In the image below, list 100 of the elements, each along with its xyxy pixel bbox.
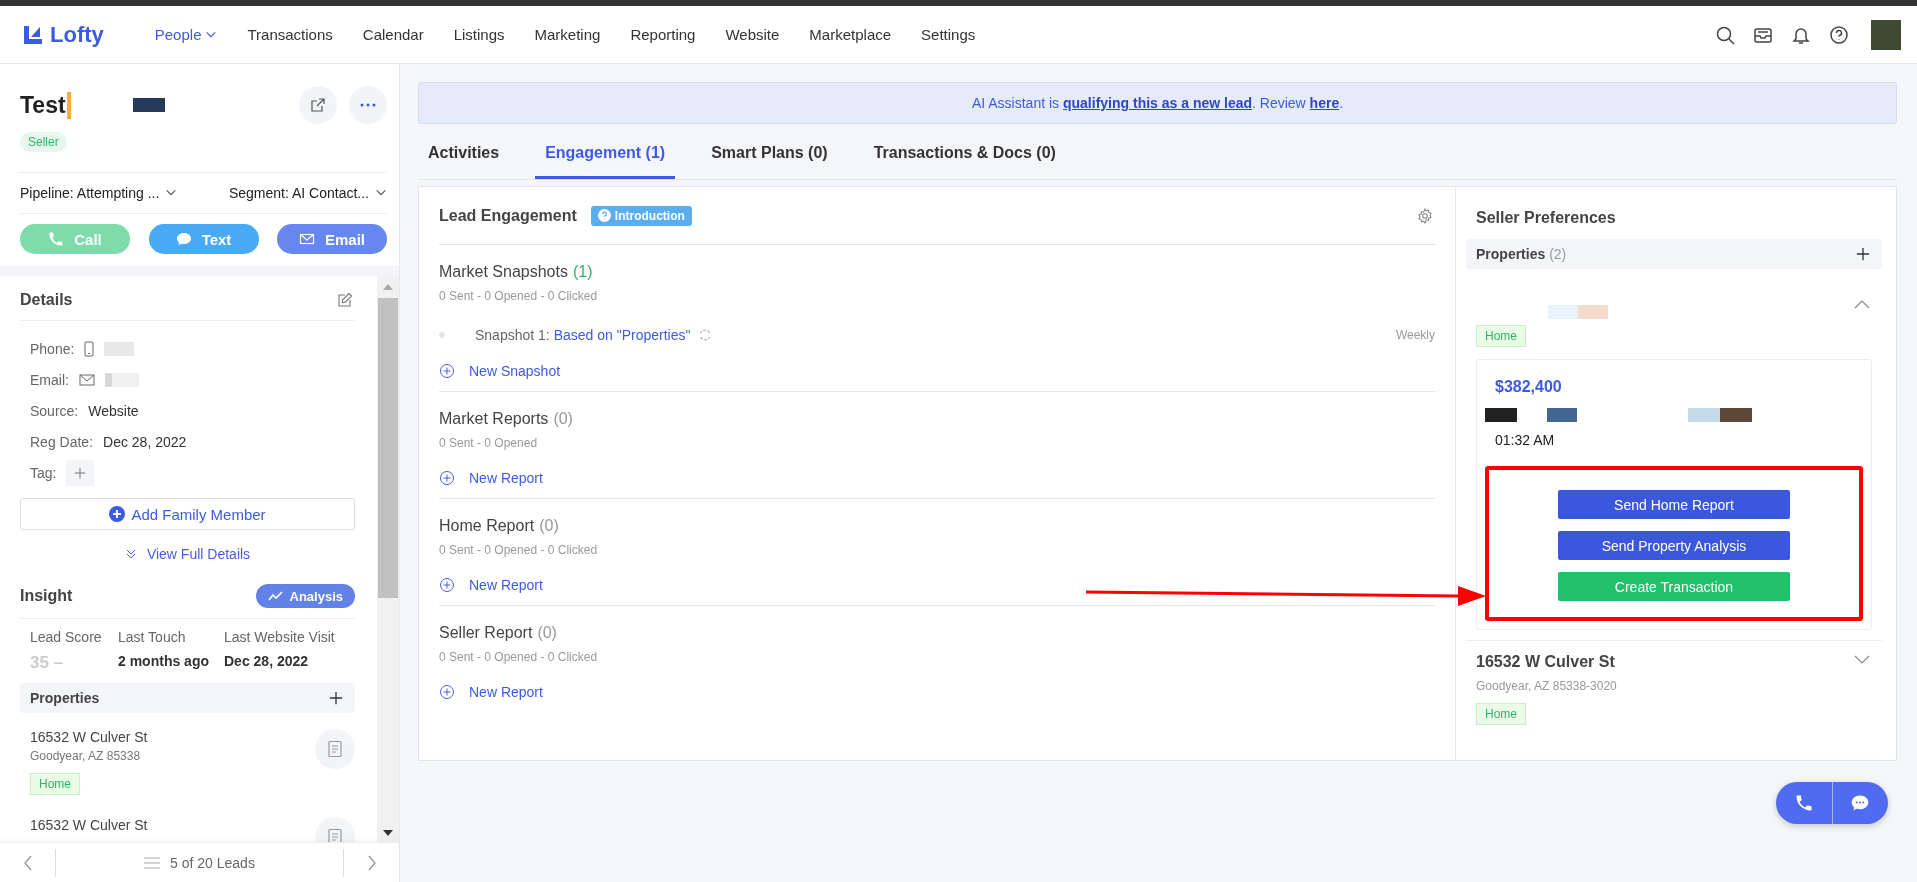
snapshot-label: Snapshot 1: Based on "Properties" bbox=[475, 327, 691, 343]
avatar[interactable] bbox=[1871, 19, 1901, 50]
notice-link[interactable]: here bbox=[1309, 95, 1340, 111]
chevron-left-icon bbox=[22, 854, 33, 871]
logo[interactable]: Lofty bbox=[22, 21, 104, 48]
property-address: 16532 W Culver St bbox=[30, 729, 148, 745]
tab[interactable]: Transactions & Docs (0) bbox=[863, 132, 1066, 179]
chat-bubble-icon bbox=[1850, 793, 1871, 813]
nav-item[interactable]: Marketing bbox=[519, 6, 616, 63]
engagement-stats: 0 Sent - 0 Opened - 0 Clicked bbox=[439, 650, 599, 664]
stat-value: Dec 28, 2022 bbox=[224, 653, 310, 669]
new-item-link[interactable]: New Report bbox=[439, 684, 1435, 700]
more-button[interactable] bbox=[349, 86, 387, 124]
field-label: Tag: bbox=[30, 464, 57, 481]
report-button[interactable] bbox=[315, 729, 355, 769]
property-tag: Home bbox=[30, 773, 80, 795]
stat-label: Last Website Visit bbox=[224, 629, 336, 645]
add-tag-button[interactable] bbox=[66, 459, 95, 486]
add-family-member-button[interactable]: Add Family Member bbox=[20, 498, 355, 530]
nav-item[interactable]: Settings bbox=[906, 6, 991, 63]
tab[interactable]: Activities bbox=[418, 132, 510, 179]
nav-item[interactable]: Transactions bbox=[232, 6, 348, 63]
frequency-label: Weekly bbox=[1395, 328, 1435, 342]
section-heading: Market Snapshots bbox=[439, 263, 568, 281]
scrollbar[interactable] bbox=[377, 276, 399, 842]
edit-icon bbox=[337, 292, 353, 308]
chevron-down-icon bbox=[1854, 655, 1870, 665]
new-item-link[interactable]: New Report bbox=[439, 470, 1435, 486]
edit-button[interactable] bbox=[335, 290, 355, 310]
action-button[interactable]: Send Property Analysis bbox=[1558, 531, 1790, 560]
email-button[interactable]: Email bbox=[277, 224, 387, 254]
property-address: 16532 W Culver St bbox=[30, 817, 148, 833]
nav-item[interactable]: Listings bbox=[438, 6, 520, 63]
field-label: Source: bbox=[30, 402, 79, 419]
lead-counter: 5 of 20 Leads bbox=[170, 854, 255, 871]
nav-item[interactable]: People bbox=[139, 6, 233, 63]
settings-icon bbox=[1417, 207, 1433, 224]
plus-icon bbox=[1856, 247, 1870, 261]
new-item-link[interactable]: New Snapshot bbox=[439, 363, 1435, 379]
tab[interactable]: Smart Plans (0) bbox=[701, 132, 838, 179]
section-heading: Market Reports bbox=[439, 410, 549, 428]
dropdown[interactable]: Pipeline: Attempting ... bbox=[20, 185, 178, 201]
tab[interactable]: Engagement (1) bbox=[535, 132, 676, 179]
section-title: Seller Preferences bbox=[1475, 208, 1617, 228]
chat-bubble-icon bbox=[175, 231, 192, 247]
nav-item[interactable]: Website bbox=[710, 6, 795, 63]
plus-circle-icon bbox=[439, 470, 455, 486]
settings-button[interactable] bbox=[1415, 205, 1435, 226]
stat-value: 2 months ago bbox=[118, 653, 210, 669]
notice-link[interactable]: qualifying this as a new lead bbox=[1062, 95, 1253, 111]
property-address: 16532 W Culver St bbox=[1476, 653, 1616, 671]
redaction-block bbox=[1548, 305, 1578, 319]
role-tag: Seller bbox=[20, 132, 67, 152]
property-tag: Home bbox=[1476, 703, 1526, 725]
double-chevron-down-icon bbox=[124, 548, 137, 560]
dropdown[interactable]: Segment: AI Contact... bbox=[228, 185, 387, 201]
more-icon bbox=[360, 103, 376, 107]
plus-circle-icon bbox=[439, 577, 455, 593]
analysis-button[interactable]: Analysis bbox=[255, 584, 355, 608]
up-arrow-icon bbox=[383, 284, 393, 290]
contact-name: Test bbox=[20, 91, 71, 119]
document-icon bbox=[326, 740, 344, 758]
field-label: Email: bbox=[30, 371, 69, 388]
item-count: (0) bbox=[553, 410, 573, 428]
plus-icon bbox=[74, 466, 87, 479]
chevron-up-icon bbox=[1854, 299, 1870, 309]
section-title: Lead Engagement bbox=[439, 206, 577, 225]
item-count: (0) bbox=[539, 517, 559, 535]
nav-item[interactable]: Marketplace bbox=[794, 6, 907, 63]
help-icon bbox=[1829, 24, 1849, 45]
down-arrow-icon bbox=[383, 830, 393, 836]
envelope-icon bbox=[78, 373, 95, 386]
mobile-phone-icon bbox=[84, 340, 95, 357]
document-icon bbox=[326, 828, 344, 842]
redaction-block bbox=[104, 372, 139, 387]
section-title: Insight bbox=[20, 587, 73, 605]
notice-text: AI Assistant is qualifying this as a new lead. Review here. bbox=[971, 95, 1344, 111]
redaction-block bbox=[1547, 408, 1577, 422]
snapshot-link[interactable]: Based on "Properties" bbox=[553, 327, 691, 343]
view-full-details-link[interactable]: View Full Details bbox=[20, 530, 355, 570]
action-button[interactable]: Send Home Report bbox=[1558, 490, 1790, 519]
item-count: (1) bbox=[572, 263, 593, 281]
engagement-stats: 0 Sent - 0 Opened - 0 Clicked bbox=[439, 289, 599, 303]
field-label: Phone: bbox=[30, 340, 75, 357]
nav-item[interactable]: Reporting bbox=[615, 6, 711, 63]
add-property-button[interactable] bbox=[327, 689, 345, 707]
property-city: Goodyear, AZ 85338-3020 bbox=[1476, 679, 1617, 693]
item-count: (0) bbox=[537, 624, 557, 642]
plus-circle-icon bbox=[439, 363, 455, 379]
share-button[interactable] bbox=[299, 86, 337, 124]
add-property-button[interactable] bbox=[1854, 245, 1872, 263]
field-value: Dec 28, 2022 bbox=[103, 433, 187, 450]
stat-label: Lead Score bbox=[30, 629, 103, 645]
stat-label: Last Touch bbox=[118, 629, 187, 645]
help-icon bbox=[597, 209, 611, 222]
property-time: 01:32 AM bbox=[1494, 432, 1556, 448]
search-icon bbox=[1715, 24, 1735, 45]
nav-item[interactable]: Calendar bbox=[347, 6, 439, 63]
new-item-link[interactable]: New Report bbox=[439, 577, 1435, 593]
plus-icon bbox=[329, 691, 343, 705]
